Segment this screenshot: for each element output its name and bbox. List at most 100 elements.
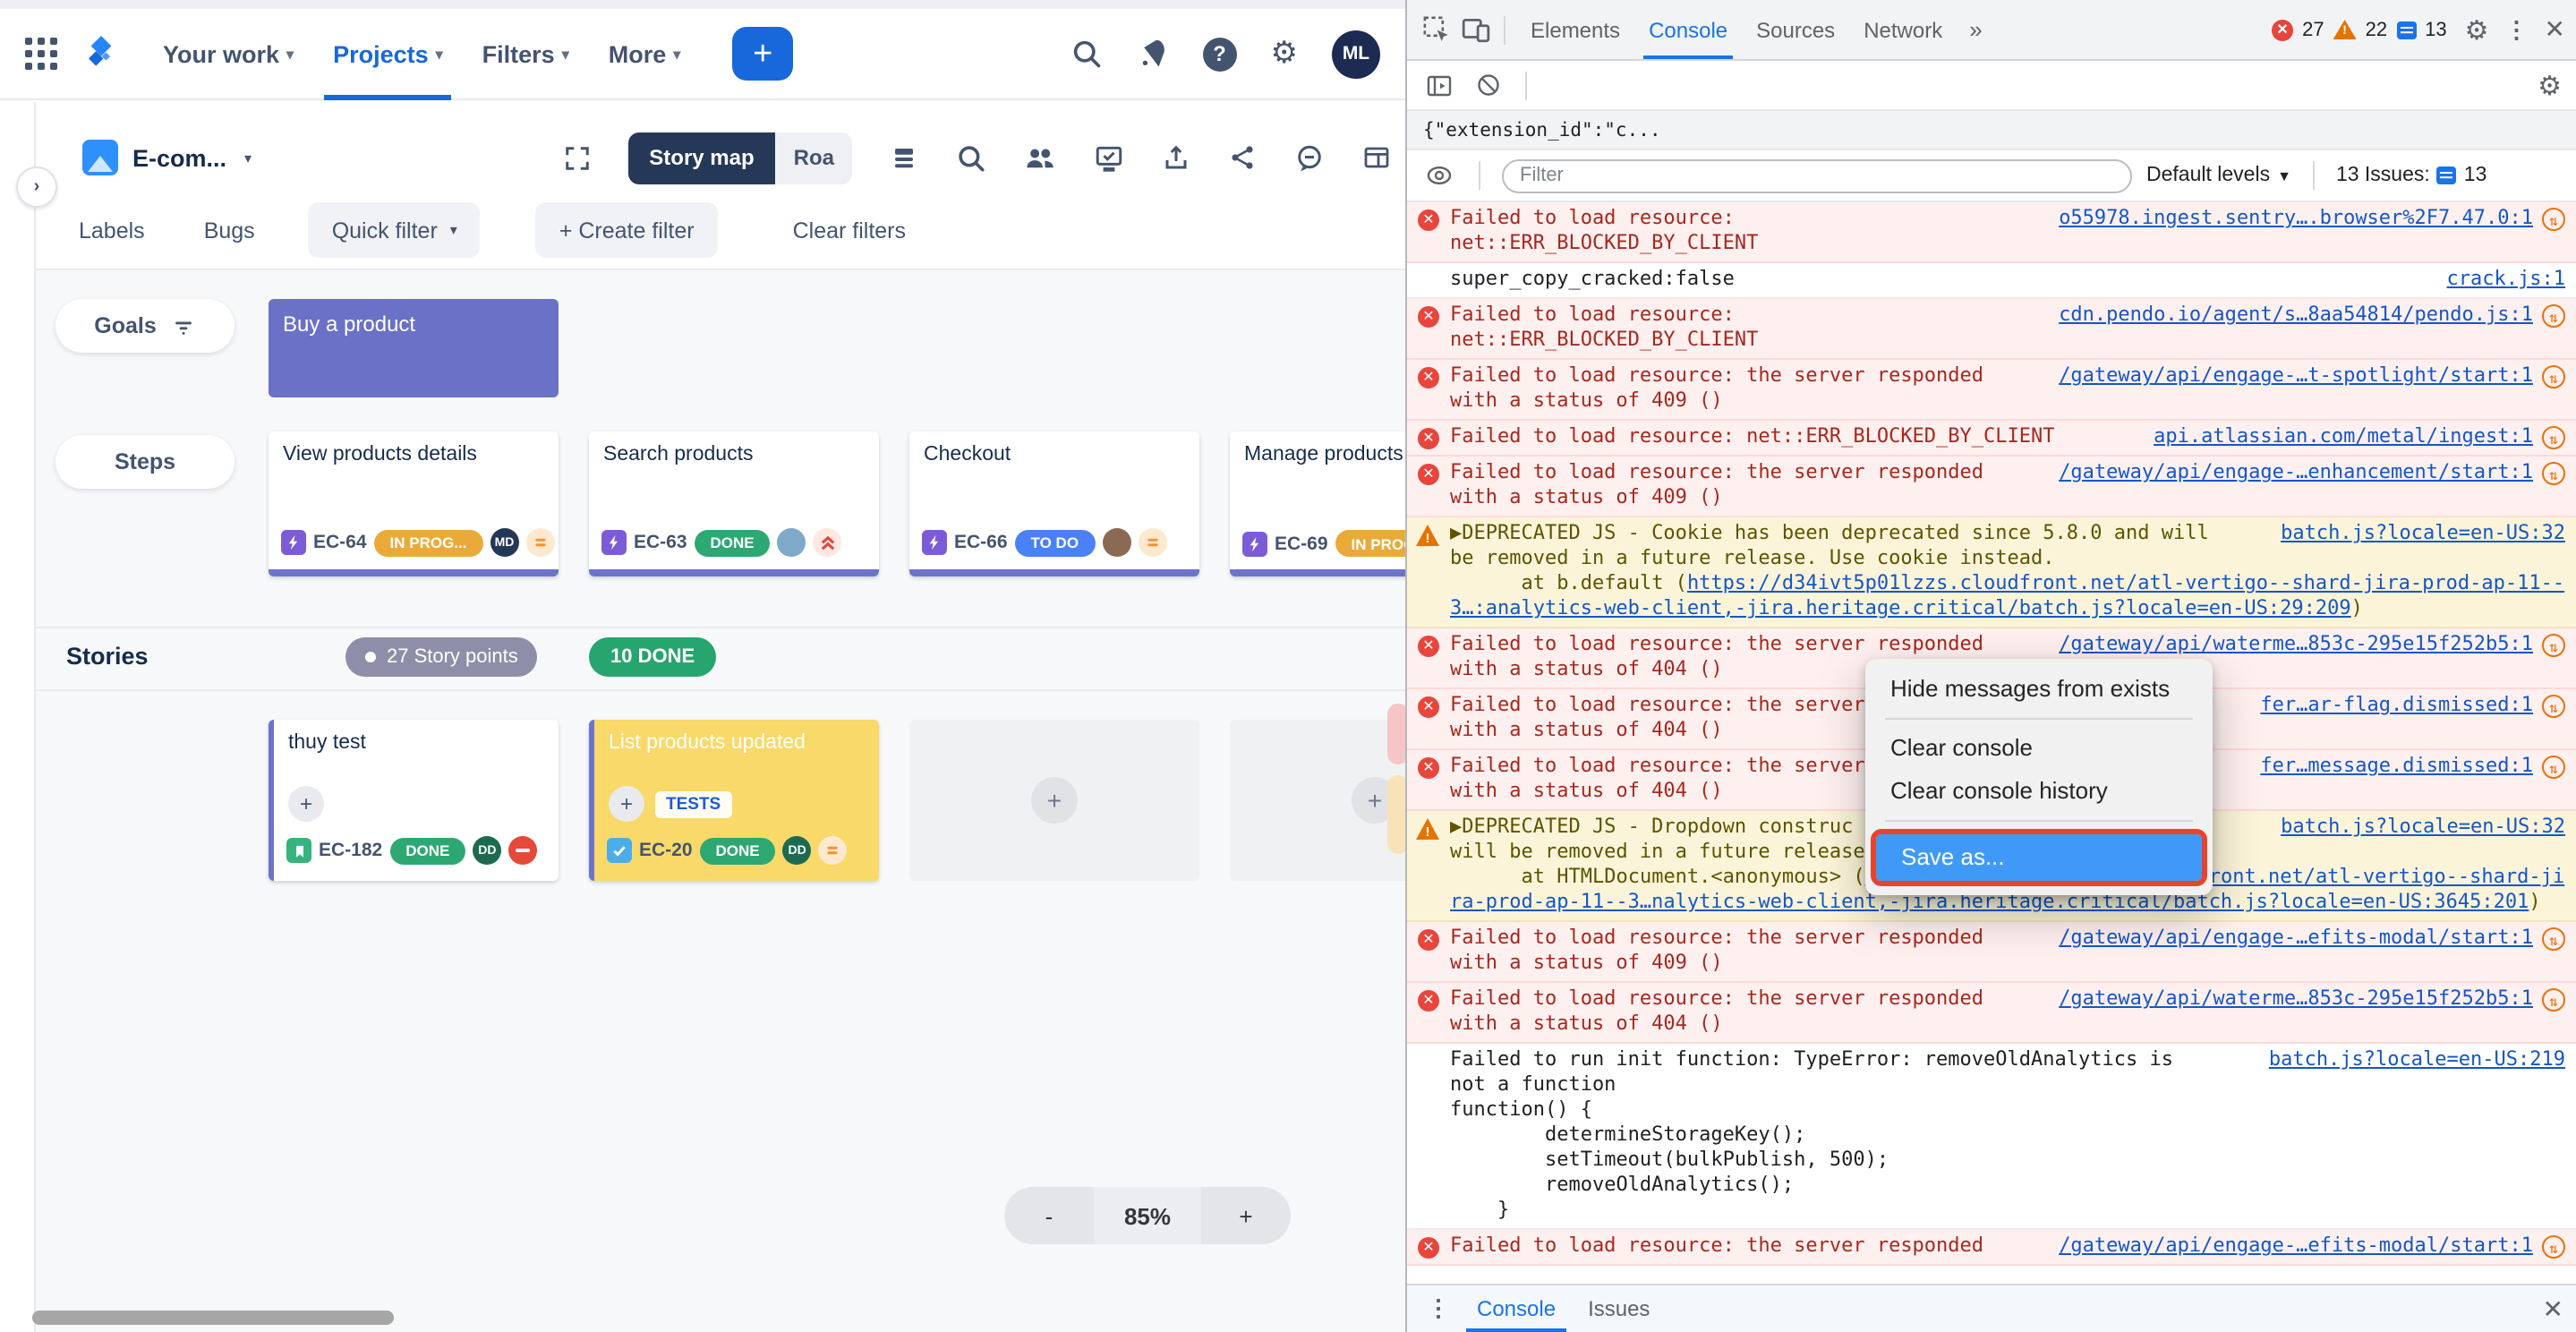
step-card[interactable]: View products detailsEC-64IN PROG...MD	[269, 431, 559, 576]
source-link[interactable]: cdn.pendo.io/agent/s…8aa54814/pendo.js:1	[2059, 303, 2533, 328]
network-request-icon[interactable]: ⇅	[2542, 364, 2565, 388]
default-levels-dropdown[interactable]: Default levels▼	[2146, 165, 2291, 186]
panel-layout-icon[interactable]	[1362, 143, 1391, 172]
devtools-menu-icon[interactable]: ⋮	[2505, 15, 2529, 44]
source-link[interactable]: batch.js?locale=en-US:219	[2269, 1047, 2565, 1072]
app-switcher-icon[interactable]	[25, 38, 57, 70]
error-badge-icon[interactable]: ✕	[2272, 19, 2293, 40]
project-name[interactable]: E-com...	[132, 144, 226, 171]
goal-card[interactable]: Buy a product	[269, 299, 559, 397]
source-link[interactable]: /gateway/api/waterme…853c-295e15f252b5:1	[2059, 986, 2533, 1012]
message-badge-icon[interactable]	[2396, 21, 2416, 38]
settings-gear-icon[interactable]: ⚙	[1271, 36, 1299, 72]
network-request-icon[interactable]: ⇅	[2542, 207, 2565, 230]
empty-card-placeholder[interactable]: +	[909, 720, 1199, 881]
source-link[interactable]: /gateway/api/waterme…853c-295e15f252b5:1	[2059, 632, 2533, 657]
nav-item-more[interactable]: More▾	[593, 20, 697, 88]
filter-bugs[interactable]: Bugs	[204, 218, 255, 243]
empty-card-placeholder[interactable]: +	[1230, 720, 1405, 881]
drawer-close-icon[interactable]: ✕	[2543, 1294, 2563, 1324]
board-view-icon[interactable]	[890, 143, 918, 172]
create-button[interactable]: +	[732, 27, 793, 81]
share-icon[interactable]	[1228, 143, 1257, 172]
step-card[interactable]: CheckoutEC-66TO DO	[909, 431, 1199, 576]
add-button[interactable]: +	[288, 786, 324, 822]
story-card[interactable]: List products updated+TESTSEC-20DONEDD	[589, 720, 879, 881]
console-pinned-expression[interactable]: {"extension_id":"c...	[1407, 111, 2576, 150]
quick-filter-dropdown[interactable]: Quick filter▾	[309, 202, 481, 258]
network-request-icon[interactable]: ⇅	[2542, 461, 2565, 484]
source-link[interactable]: /gateway/api/engage-…t-spotlight/start:1	[2059, 363, 2533, 388]
inspect-element-icon[interactable]	[1418, 12, 1454, 47]
notifications-bell-icon[interactable]	[1137, 38, 1169, 70]
user-avatar[interactable]: ML	[1332, 30, 1380, 78]
nav-item-filters[interactable]: Filters▾	[466, 20, 585, 88]
filter-labels[interactable]: Labels	[79, 218, 145, 243]
step-card[interactable]: Manage productsEC-69IN PROG...	[1230, 431, 1405, 576]
network-request-icon[interactable]: ⇅	[2542, 1234, 2565, 1258]
stack-trace-link[interactable]: https://d34ivt5p01lzzs.cloudfront.net/at…	[1450, 571, 2564, 619]
more-tabs-icon[interactable]: »	[1960, 16, 1991, 43]
drawer-tab-issues[interactable]: Issues	[1572, 1285, 1666, 1332]
step-card[interactable]: Search productsEC-63DONE	[589, 431, 879, 576]
search-icon[interactable]	[1070, 38, 1103, 70]
network-request-icon[interactable]: ⇅	[2542, 755, 2565, 778]
nav-item-your-work[interactable]: Your work▾	[147, 20, 310, 88]
console-sidebar-icon[interactable]	[1421, 67, 1457, 103]
story-card[interactable]: thuy test+EC-182DONEDD	[269, 720, 559, 881]
menu-item-save-as[interactable]: Save as...	[1876, 834, 2202, 881]
add-button[interactable]: +	[609, 786, 644, 822]
jira-logo[interactable]	[79, 32, 125, 75]
source-link[interactable]: crack.js:1	[2447, 267, 2565, 292]
live-expression-eye-icon[interactable]	[1421, 158, 1457, 193]
expand-sidebar-button[interactable]: ›	[16, 166, 57, 208]
source-link[interactable]: /gateway/api/engage-…efits-modal/start:1	[2059, 926, 2533, 951]
menu-item-hide-messages-from-exists[interactable]: Hide messages from exists	[1865, 668, 2213, 711]
drawer-tab-console[interactable]: Console	[1461, 1285, 1572, 1332]
console-settings-icon[interactable]: ⚙	[2538, 69, 2562, 101]
export-icon[interactable]	[1162, 143, 1190, 172]
drawer-menu-icon[interactable]: ⋮	[1420, 1294, 1457, 1323]
source-link[interactable]: /gateway/api/engage-…efits-modal/start:1	[2059, 1234, 2533, 1259]
chevron-down-icon[interactable]: ▾	[244, 149, 252, 166]
network-request-icon[interactable]: ⇅	[2542, 425, 2565, 448]
horizontal-scrollbar[interactable]	[32, 1311, 394, 1325]
devtools-settings-icon[interactable]: ⚙	[2465, 13, 2489, 46]
create-filter-button[interactable]: + Create filter	[536, 202, 718, 258]
monitor-check-icon[interactable]	[1094, 142, 1124, 173]
source-link[interactable]: batch.js?locale=en-US:32	[2281, 815, 2565, 840]
menu-item-clear-console[interactable]: Clear console	[1865, 727, 2213, 770]
project-avatar[interactable]	[82, 140, 118, 175]
network-request-icon[interactable]: ⇅	[2542, 987, 2565, 1011]
device-toolbar-icon[interactable]	[1457, 12, 1493, 47]
network-request-icon[interactable]: ⇅	[2542, 694, 2565, 717]
warning-badge-icon[interactable]: !	[2333, 20, 2357, 39]
people-icon[interactable]	[1024, 141, 1056, 174]
tab-story-map[interactable]: Story map	[627, 132, 775, 184]
feedback-icon[interactable]	[1294, 142, 1325, 173]
source-link[interactable]: fer…message.dismissed:1	[2260, 754, 2533, 779]
zoom-in-button[interactable]: +	[1201, 1187, 1291, 1244]
fullscreen-icon[interactable]	[563, 144, 590, 171]
tab-elements[interactable]: Elements	[1516, 0, 1634, 59]
tab-console[interactable]: Console	[1634, 0, 1742, 59]
clear-filters-button[interactable]: Clear filters	[793, 218, 906, 243]
board-search-icon[interactable]	[956, 142, 986, 173]
tab-roadmap[interactable]: Roa	[776, 132, 852, 184]
tab-sources[interactable]: Sources	[1742, 0, 1849, 59]
steps-row-pill[interactable]: Steps	[55, 435, 235, 489]
network-request-icon[interactable]: ⇅	[2542, 633, 2565, 656]
devtools-close-icon[interactable]: ✕	[2545, 14, 2565, 45]
source-link[interactable]: batch.js?locale=en-US:32	[2281, 521, 2565, 546]
tab-network[interactable]: Network	[1849, 0, 1957, 59]
issues-counter[interactable]: 13 Issues: 13	[2336, 165, 2486, 186]
network-request-icon[interactable]: ⇅	[2542, 926, 2565, 950]
source-link[interactable]: fer…ar-flag.dismissed:1	[2260, 693, 2533, 718]
source-link[interactable]: /gateway/api/engage-…enhancement/start:1	[2059, 460, 2533, 485]
nav-item-projects[interactable]: Projects▾	[317, 20, 459, 88]
menu-item-clear-console-history[interactable]: Clear console history	[1865, 770, 2213, 813]
goals-row-pill[interactable]: Goals	[55, 299, 235, 353]
console-filter-input[interactable]	[1502, 158, 2132, 192]
clear-console-icon[interactable]	[1470, 67, 1506, 103]
source-link[interactable]: api.atlassian.com/metal/ingest:1	[2154, 424, 2533, 449]
